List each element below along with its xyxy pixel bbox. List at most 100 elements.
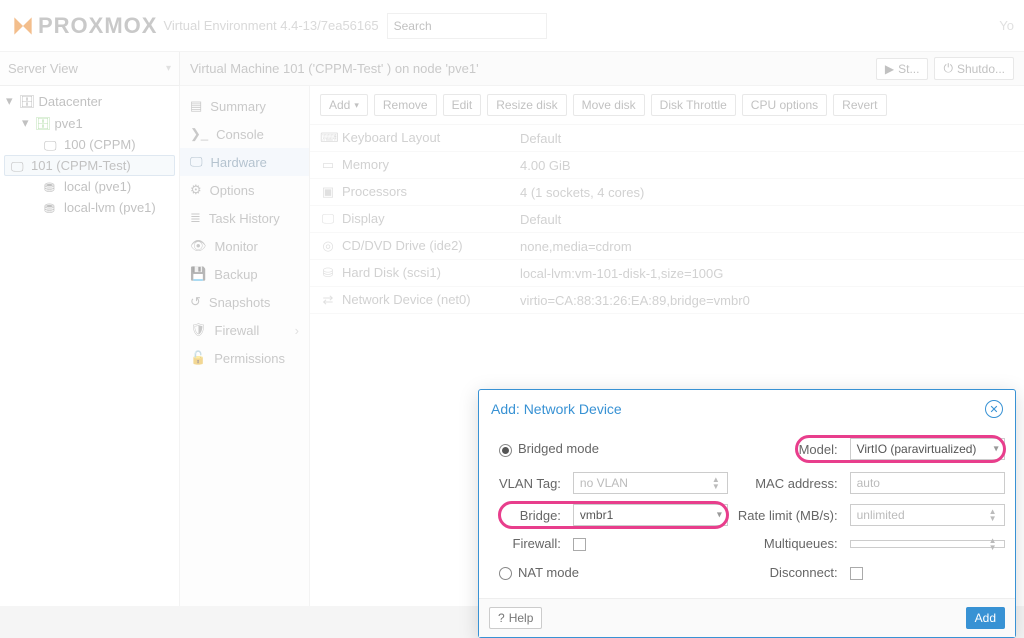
shutdown-button[interactable]: ⏻Shutdo... xyxy=(934,57,1014,80)
subnav-summary[interactable]: ▤Summary xyxy=(180,92,309,120)
hw-key: Processors xyxy=(342,184,407,199)
help-button[interactable]: ? Help xyxy=(489,607,542,629)
table-row[interactable]: ◎CD/DVD Drive (ide2)none,media=cdrom xyxy=(310,233,1024,260)
note-icon: ▤ xyxy=(190,98,202,114)
power-icon: ⏻ xyxy=(943,61,953,76)
version-string: Virtual Environment 4.4-13/7ea56165 xyxy=(163,18,378,33)
terminal-icon: ❯_ xyxy=(190,126,208,142)
product-name: PROXMOX xyxy=(38,13,157,39)
firewall-checkbox[interactable] xyxy=(573,538,586,551)
tree-storage-local[interactable]: ⛃local (pve1) xyxy=(0,176,179,197)
history-icon: ↺ xyxy=(190,294,201,310)
subnav-firewall[interactable]: 🛡Firewall› xyxy=(180,316,309,344)
tree-datacenter[interactable]: ▾🗄Datacenter xyxy=(0,90,179,112)
chevron-down-icon: ▾ xyxy=(354,100,359,111)
subnav-snapshots[interactable]: ↺Snapshots xyxy=(180,288,309,316)
start-button[interactable]: ▶St... xyxy=(876,58,929,80)
subnav-monitor[interactable]: 👁Monitor xyxy=(180,232,309,260)
hw-key: Display xyxy=(342,211,385,226)
subnav-taskhistory[interactable]: ≣Task History xyxy=(180,204,309,232)
bridge-label: Bridge: xyxy=(495,500,567,530)
spinner-icon: ▲▼ xyxy=(989,542,1001,546)
hw-value: Default xyxy=(510,206,1024,233)
hardware-table: ⌨Keyboard LayoutDefault ▭ Memory 4.00 GiB ▣ P… xyxy=(310,125,1024,314)
subnav-permissions[interactable]: 🔓Permissions xyxy=(180,344,309,372)
disconnect-checkbox[interactable] xyxy=(850,567,863,580)
vlan-label: VLAN Tag: xyxy=(495,468,567,498)
minus-icon: ▾ xyxy=(6,93,13,109)
hw-value: 4.00 GiB xyxy=(510,152,1024,179)
topbar: PROXMOX Virtual Environment 4.4-13/7ea56… xyxy=(0,0,1024,52)
model-combobox[interactable]: VirtIO (paravirtualized)▾ xyxy=(850,438,1005,460)
gear-icon: ⚙ xyxy=(190,182,202,198)
cpu-button[interactable]: CPU options xyxy=(742,94,827,116)
close-icon[interactable]: ✕ xyxy=(985,400,1003,418)
move-button[interactable]: Move disk xyxy=(573,94,645,116)
shield-icon: 🛡 xyxy=(190,322,207,338)
hw-key: Hard Disk (scsi1) xyxy=(342,265,441,280)
save-icon: 💾 xyxy=(190,266,206,282)
minus-icon: ▾ xyxy=(22,115,29,131)
node-icon: 🗄 xyxy=(35,116,49,130)
resize-button[interactable]: Resize disk xyxy=(487,94,566,116)
mac-input[interactable]: auto xyxy=(850,472,1005,494)
subnav-backup[interactable]: 💾Backup xyxy=(180,260,309,288)
hw-row-icon: 🖵 xyxy=(320,211,336,227)
proxmox-logo-icon xyxy=(10,13,36,39)
storage-icon: ⛃ xyxy=(44,180,58,194)
tree-vm-100[interactable]: 🖵100 (CPPM) xyxy=(0,134,179,155)
tree-node-pve1[interactable]: ▾🗄pve1 xyxy=(0,112,179,134)
hw-value: virtio=CA:88:31:26:EA:89,bridge=vmbr0 xyxy=(510,287,1024,314)
hw-key: Memory xyxy=(342,157,389,172)
toolbar: Add ▾ Remove Edit Resize disk Move disk … xyxy=(310,86,1024,125)
modal-title: Add: Network Device xyxy=(491,401,622,417)
vlan-input[interactable]: no VLAN▲▼ xyxy=(573,472,728,494)
subnav-hardware[interactable]: 🖵Hardware xyxy=(180,148,309,176)
hw-key: Network Device (net0) xyxy=(342,292,471,307)
list-icon: ≣ xyxy=(190,210,201,226)
spinner-icon: ▲▼ xyxy=(989,506,1001,524)
monitor-icon: 🖵 xyxy=(44,138,58,152)
table-row[interactable]: 🖵 Display Default xyxy=(310,206,1024,233)
tree: ▾🗄Datacenter ▾🗄pve1 🖵100 (CPPM) 🖵101 (CP… xyxy=(0,86,180,606)
throttle-button[interactable]: Disk Throttle xyxy=(651,94,736,116)
rate-label: Rate limit (MB/s): xyxy=(734,500,844,530)
chevron-down-icon: ▾ xyxy=(166,63,171,74)
search-input[interactable] xyxy=(387,13,547,39)
subnav-console[interactable]: ❯_Console xyxy=(180,120,309,148)
table-row[interactable]: ▣Processors4 (1 sockets, 4 cores) xyxy=(310,179,1024,206)
chevron-right-icon: › xyxy=(295,323,299,338)
logo: PROXMOX Virtual Environment 4.4-13/7ea56… xyxy=(10,13,379,39)
table-row[interactable]: ▭ Memory 4.00 GiB xyxy=(310,152,1024,179)
bridge-combobox[interactable]: vmbr1▾ xyxy=(573,504,728,526)
breadcrumb-bar: Virtual Machine 101 ('CPPM-Test' ) on no… xyxy=(180,52,1024,86)
subnav-options[interactable]: ⚙Options xyxy=(180,176,309,204)
hw-value: local-lvm:vm-101-disk-1,size=100G xyxy=(510,260,1024,287)
hw-value: Default xyxy=(510,125,1024,152)
hw-row-icon: ▭ xyxy=(320,157,336,173)
add-confirm-button[interactable]: Add xyxy=(966,607,1005,629)
nat-mode-radio[interactable] xyxy=(499,567,512,580)
remove-button[interactable]: Remove xyxy=(374,94,437,116)
add-button[interactable]: Add ▾ xyxy=(320,94,368,116)
storage-icon: ⛃ xyxy=(44,201,58,215)
hw-row-icon: ⛁ xyxy=(320,265,336,281)
multiqueues-input[interactable]: ▲▼ xyxy=(850,540,1005,548)
play-icon: ▶ xyxy=(885,62,894,76)
tree-storage-locallvm[interactable]: ⛃local-lvm (pve1) xyxy=(0,197,179,218)
monitor-icon: 🖵 xyxy=(190,154,203,170)
tree-vm-101[interactable]: 🖵101 (CPPM-Test) xyxy=(4,155,175,176)
table-row[interactable]: ⛁ Hard Disk (scsi1) local-lvm:vm-101-disk-… xyxy=(310,260,1024,287)
model-label: Model: xyxy=(734,434,844,466)
table-row[interactable]: ⌨Keyboard LayoutDefault xyxy=(310,125,1024,152)
help-icon: ? xyxy=(498,611,505,625)
serverview-combobox[interactable]: Server View ▾ xyxy=(0,52,180,86)
table-row[interactable]: ⇄Network Device (net0)virtio=CA:88:31:26… xyxy=(310,287,1024,314)
edit-button[interactable]: Edit xyxy=(443,94,482,116)
revert-button[interactable]: Revert xyxy=(833,94,886,116)
hw-row-icon: ▣ xyxy=(320,184,336,200)
bridged-mode-radio[interactable] xyxy=(499,444,512,457)
server-icon: 🗄 xyxy=(19,94,33,108)
rate-input[interactable]: unlimited▲▼ xyxy=(850,504,1005,526)
bridged-mode-label: Bridged mode xyxy=(518,441,599,456)
